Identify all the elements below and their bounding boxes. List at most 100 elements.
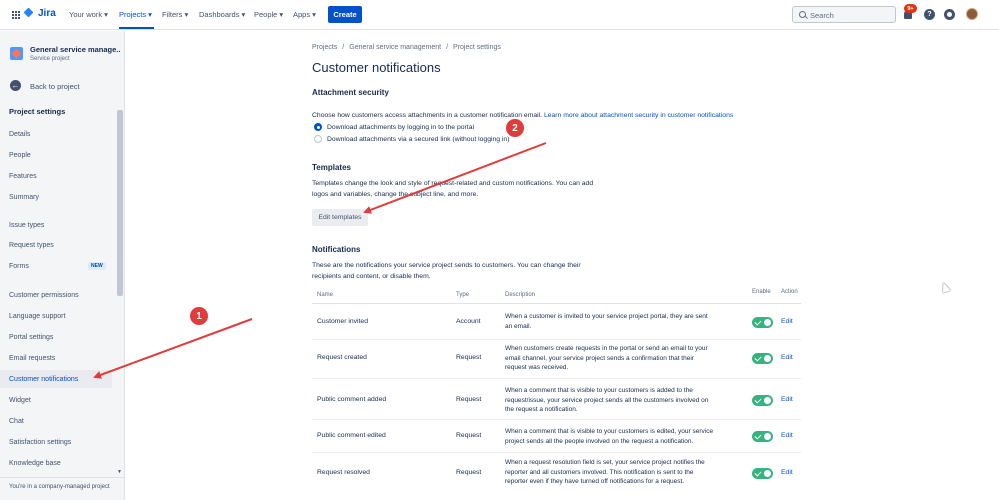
edit-link[interactable]: Edit [781,432,793,439]
breadcrumb-projects[interactable]: Projects [312,44,337,51]
new-badge: NEW [88,262,106,270]
enable-toggle[interactable] [752,395,773,406]
edit-link[interactable]: Edit [781,396,793,403]
row-type: Account [456,318,481,325]
search-input[interactable]: Search [792,6,896,23]
row-divider [312,378,801,379]
column-header-action: Action [781,289,798,295]
breadcrumb-project[interactable]: General service management [349,44,441,51]
breadcrumb-settings[interactable]: Project settings [453,44,501,51]
annotation-marker-1: 1 [190,307,208,325]
nav-apps[interactable]: Apps ▾ [293,10,316,19]
sidebar-item-knowledge-base[interactable]: Knowledge base [0,454,112,472]
enable-toggle[interactable] [752,468,773,479]
edit-link[interactable]: Edit [781,354,793,361]
sidebar-item-details[interactable]: Details [0,125,112,143]
active-nav-indicator [119,27,154,29]
edit-link[interactable]: Edit [781,469,793,476]
templates-heading: Templates [312,163,351,172]
jira-logo-icon [25,9,35,19]
sidebar-item-people[interactable]: People [0,146,112,164]
row-description-line: reporter even if they have turned off no… [505,478,685,485]
create-button[interactable]: Create [328,6,362,23]
table-header-divider [312,303,801,304]
top-navigation: Jira Your work ▾ Projects ▾ Filters ▾ Da… [0,0,999,30]
scroll-down-arrow-icon[interactable]: ▼ [117,469,122,475]
row-type: Request [456,354,482,361]
sidebar-scrollbar[interactable] [117,110,123,296]
column-header-name: Name [317,292,334,298]
radio-label: Download attachments via a secured link … [327,135,510,143]
sidebar-item-features[interactable]: Features [0,167,112,185]
nav-dashboards[interactable]: Dashboards ▾ [199,10,245,19]
project-name[interactable]: General service manage... [30,45,120,54]
jira-logo[interactable]: Jira [25,8,56,19]
templates-description-2: logos and variables, change the subject … [312,191,479,198]
sidebar-item-request-types[interactable]: Request types [0,236,112,254]
sidebar-item-issue-types[interactable]: Issue types [0,216,112,234]
mouse-cursor-icon [939,280,951,294]
row-description-line: When a customer is invited to your servi… [505,313,708,320]
nav-your-work[interactable]: Your work ▾ [69,10,108,19]
radio-option-secured-link[interactable]: Download attachments via a secured link … [314,135,509,143]
enable-toggle[interactable] [752,353,773,364]
back-arrow-icon[interactable]: ← [10,80,21,91]
sidebar: General service manage... Service projec… [0,31,125,500]
settings-gear-icon[interactable] [944,9,955,20]
row-description-line: the request a notification. [505,406,578,413]
enable-toggle[interactable] [752,317,773,328]
nav-projects[interactable]: Projects ▾ [119,10,152,19]
sidebar-item-label: Forms [9,262,29,270]
edit-templates-button[interactable]: Edit templates [312,209,368,226]
sidebar-item-satisfaction-settings[interactable]: Satisfaction settings [0,433,112,451]
column-header-type: Type [456,292,470,298]
radio-checked-icon[interactable] [314,123,322,131]
breadcrumb: Projects / General service management / Proj… [312,44,501,51]
row-description-line: When a comment that is visible to your c… [505,387,693,394]
enable-toggle[interactable] [752,431,773,442]
row-description: When a comment that is visible to your c… [505,427,745,446]
sidebar-item-widget[interactable]: Widget [0,391,112,409]
sidebar-item-language-support[interactable]: Language support [0,307,112,325]
row-description: When a comment that is visible to your c… [505,386,745,415]
edit-link[interactable]: Edit [781,318,793,325]
radio-unchecked-icon[interactable] [314,135,322,143]
notifications-heading: Notifications [312,245,361,254]
logo-text: Jira [38,8,56,19]
attachment-learn-more-link[interactable]: Learn more about attachment security in … [544,112,733,119]
row-name: Request resolved [317,469,370,476]
row-description-line: project sends all the people involved on… [505,437,694,445]
sidebar-item-summary[interactable]: Summary [0,188,112,206]
project-type: Service project [30,56,70,62]
sidebar-item-email-requests[interactable]: Email requests [0,349,112,367]
row-type: Request [456,432,482,439]
back-to-project-link[interactable]: Back to project [30,82,80,91]
sidebar-item-customer-notifications[interactable]: Customer notifications [0,370,112,388]
sidebar-item-customer-permissions[interactable]: Customer permissions [0,286,112,304]
user-avatar[interactable] [966,8,978,20]
row-description: When a request resolution field is set, … [505,458,745,487]
nav-people[interactable]: People ▾ [254,10,283,19]
help-icon[interactable]: ? [924,9,935,20]
attachment-security-heading: Attachment security [312,88,389,97]
row-name: Request created [317,354,367,361]
sidebar-item-chat[interactable]: Chat [0,412,112,430]
row-divider [312,419,801,420]
search-placeholder: Search [810,11,834,20]
row-description: When a customer is invited to your servi… [505,312,745,331]
row-description-line: an email. [505,322,532,330]
notifications-description-1: These are the notifications your service… [312,262,581,269]
sidebar-item-forms[interactable]: Forms NEW [0,257,112,275]
radio-option-portal[interactable]: Download attachments by logging in to th… [314,123,474,131]
radio-label: Download attachments by logging in to th… [327,123,474,131]
column-header-description: Description [505,292,536,298]
nav-filters[interactable]: Filters ▾ [162,10,188,19]
column-header-enable: Enable [752,289,771,295]
sidebar-item-portal-settings[interactable]: Portal settings [0,328,112,346]
row-description-line: email channel, your service project send… [505,354,694,362]
app-switcher-icon[interactable] [11,10,20,19]
annotation-arrows [93,142,547,379]
row-type: Request [456,396,482,403]
row-description-line: request was received. [505,364,569,371]
row-description-line: When customers create requests in the po… [505,345,708,352]
